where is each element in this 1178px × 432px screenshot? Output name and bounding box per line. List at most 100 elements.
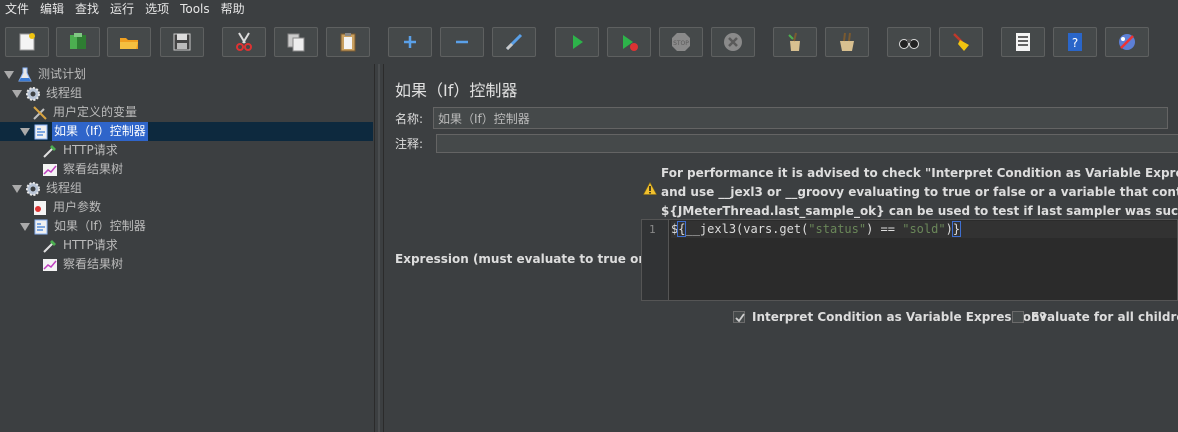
binoculars-icon xyxy=(899,39,919,49)
stop-button[interactable]: STOP xyxy=(659,27,703,57)
function-helper-button[interactable] xyxy=(1001,27,1045,57)
toggle-button[interactable] xyxy=(492,27,536,57)
new-button[interactable] xyxy=(5,27,49,57)
name-field[interactable] xyxy=(433,107,1168,129)
tree-node-user-parameters[interactable]: 用户参数 xyxy=(32,198,103,217)
tree-node-label: 察看结果树 xyxy=(63,257,124,271)
wand-icon xyxy=(505,33,523,51)
code-token: __jexl3(vars.get( xyxy=(685,222,809,236)
comment-field[interactable] xyxy=(436,134,1178,153)
tree-node-thread-group[interactable]: 线程组 xyxy=(12,179,84,198)
tree-node-http-request[interactable]: HTTP请求 xyxy=(42,141,120,160)
interpret-condition-label: Interpret Condition as Variable Expressi… xyxy=(752,310,1047,324)
menu-tools[interactable]: Tools xyxy=(175,0,216,18)
if-controller-icon xyxy=(33,124,49,140)
start-no-pauses-button[interactable] xyxy=(607,27,651,57)
tree-node-label: 用户定义的变量 xyxy=(53,105,138,119)
evaluate-all-children-label: Evaluate for all children? xyxy=(1031,310,1178,324)
results-tree-chart-icon xyxy=(42,257,58,273)
splitter-grip[interactable] xyxy=(378,64,380,432)
open-button[interactable] xyxy=(107,27,151,57)
menu-search[interactable]: 查找 xyxy=(70,0,105,18)
tree-node-label: HTTP请求 xyxy=(63,238,118,252)
reset-search-button[interactable] xyxy=(939,27,983,57)
user-parameters-icon xyxy=(32,200,48,216)
tree-node-view-results-tree[interactable]: 察看结果树 xyxy=(42,160,125,179)
tree-node-if-controller[interactable]: 如果（If）控制器 xyxy=(0,122,373,141)
http-sampler-pipette-icon xyxy=(42,238,58,254)
search-button[interactable] xyxy=(887,27,931,57)
warning-line: For performance it is advised to check "… xyxy=(661,166,1178,180)
panel-title: 如果（If）控制器 xyxy=(395,81,518,100)
interpret-condition-option[interactable]: Interpret Condition as Variable Expressi… xyxy=(733,310,1047,324)
expand-arrow-icon[interactable] xyxy=(12,89,22,98)
evaluate-all-children-option[interactable]: Evaluate for all children? xyxy=(1012,310,1178,324)
broom-icon xyxy=(953,33,969,51)
matched-brace: } xyxy=(951,221,962,237)
stop-icon: STOP xyxy=(672,33,690,51)
evaluate-all-children-checkbox[interactable] xyxy=(1012,311,1024,323)
panel-splitter[interactable] xyxy=(374,64,384,432)
tree-node-label: 用户参数 xyxy=(53,200,102,214)
shutdown-icon xyxy=(724,33,742,51)
remote-button[interactable] xyxy=(1105,27,1149,57)
menu-help[interactable]: 帮助 xyxy=(216,0,251,18)
expression-editor[interactable]: 1 ${__jexl3(vars.get("status") == "sold"… xyxy=(641,219,1178,301)
warning-line: and use __jexl3 or __groovy evaluating t… xyxy=(661,185,1178,199)
cut-icon xyxy=(236,32,252,51)
tree-node-user-defined-variables[interactable]: 用户定义的变量 xyxy=(32,103,139,122)
tree-node-http-request[interactable]: HTTP请求 xyxy=(42,236,120,255)
templates-icon xyxy=(70,33,86,49)
expand-arrow-icon[interactable] xyxy=(20,222,30,231)
shutdown-button[interactable] xyxy=(711,27,755,57)
clear-button[interactable] xyxy=(773,27,817,57)
menu-run[interactable]: 运行 xyxy=(105,0,140,18)
test-plan-flask-icon xyxy=(17,67,33,83)
clear-icon xyxy=(788,32,800,51)
expand-arrow-icon[interactable] xyxy=(4,70,14,79)
expand-all-button[interactable] xyxy=(388,27,432,57)
list-icon xyxy=(1016,33,1030,51)
tree-node-label: 如果（If）控制器 xyxy=(52,122,148,141)
tree-node-if-controller[interactable]: 如果（If）控制器 xyxy=(20,217,148,236)
expand-arrow-icon[interactable] xyxy=(12,184,22,193)
svg-text:?: ? xyxy=(1072,36,1078,50)
save-icon xyxy=(173,33,191,51)
comment-row: 注释: xyxy=(395,134,1178,153)
expand-arrow-icon[interactable] xyxy=(20,127,30,136)
tree-node-thread-group[interactable]: 线程组 xyxy=(12,84,84,103)
clear-all-button[interactable] xyxy=(825,27,869,57)
interpret-condition-checkbox[interactable] xyxy=(733,311,745,323)
save-button[interactable] xyxy=(160,27,204,57)
copy-icon xyxy=(287,33,305,52)
name-label: 名称: xyxy=(395,111,424,126)
code-token: ) == xyxy=(866,222,903,236)
performance-warning: For performance it is advised to check "… xyxy=(661,164,1178,221)
tree-node-label: 线程组 xyxy=(46,86,83,100)
toolbar: STOP ? xyxy=(0,20,1178,64)
test-plan-tree: 测试计划 线程组 用户定义的变量 如果（If）控制器 HTTP请求 察看结果树 xyxy=(0,64,373,432)
code-line[interactable]: ${__jexl3(vars.get("status") == "sold")} xyxy=(671,221,1177,238)
menu-file[interactable]: 文件 xyxy=(0,0,35,18)
play-no-pauses-icon xyxy=(623,35,638,51)
menu-options[interactable]: 选项 xyxy=(140,0,175,18)
menu-edit[interactable]: 编辑 xyxy=(35,0,70,18)
if-controller-icon xyxy=(33,219,49,235)
paste-button[interactable] xyxy=(326,27,370,57)
results-tree-chart-icon xyxy=(42,162,58,178)
remote-icon xyxy=(1119,34,1135,50)
cut-button[interactable] xyxy=(222,27,266,57)
new-icon xyxy=(19,33,35,51)
collapse-all-button[interactable] xyxy=(440,27,484,57)
tree-node-test-plan[interactable]: 测试计划 xyxy=(4,65,88,84)
tree-node-view-results-tree[interactable]: 察看结果树 xyxy=(42,255,125,274)
templates-button[interactable] xyxy=(56,27,100,57)
copy-button[interactable] xyxy=(274,27,318,57)
thread-group-gear-icon xyxy=(25,181,41,197)
plus-icon xyxy=(404,36,416,48)
help-button[interactable]: ? xyxy=(1053,27,1097,57)
http-sampler-pipette-icon xyxy=(42,143,58,159)
open-icon xyxy=(120,38,138,49)
start-button[interactable] xyxy=(555,27,599,57)
play-icon xyxy=(573,35,583,49)
